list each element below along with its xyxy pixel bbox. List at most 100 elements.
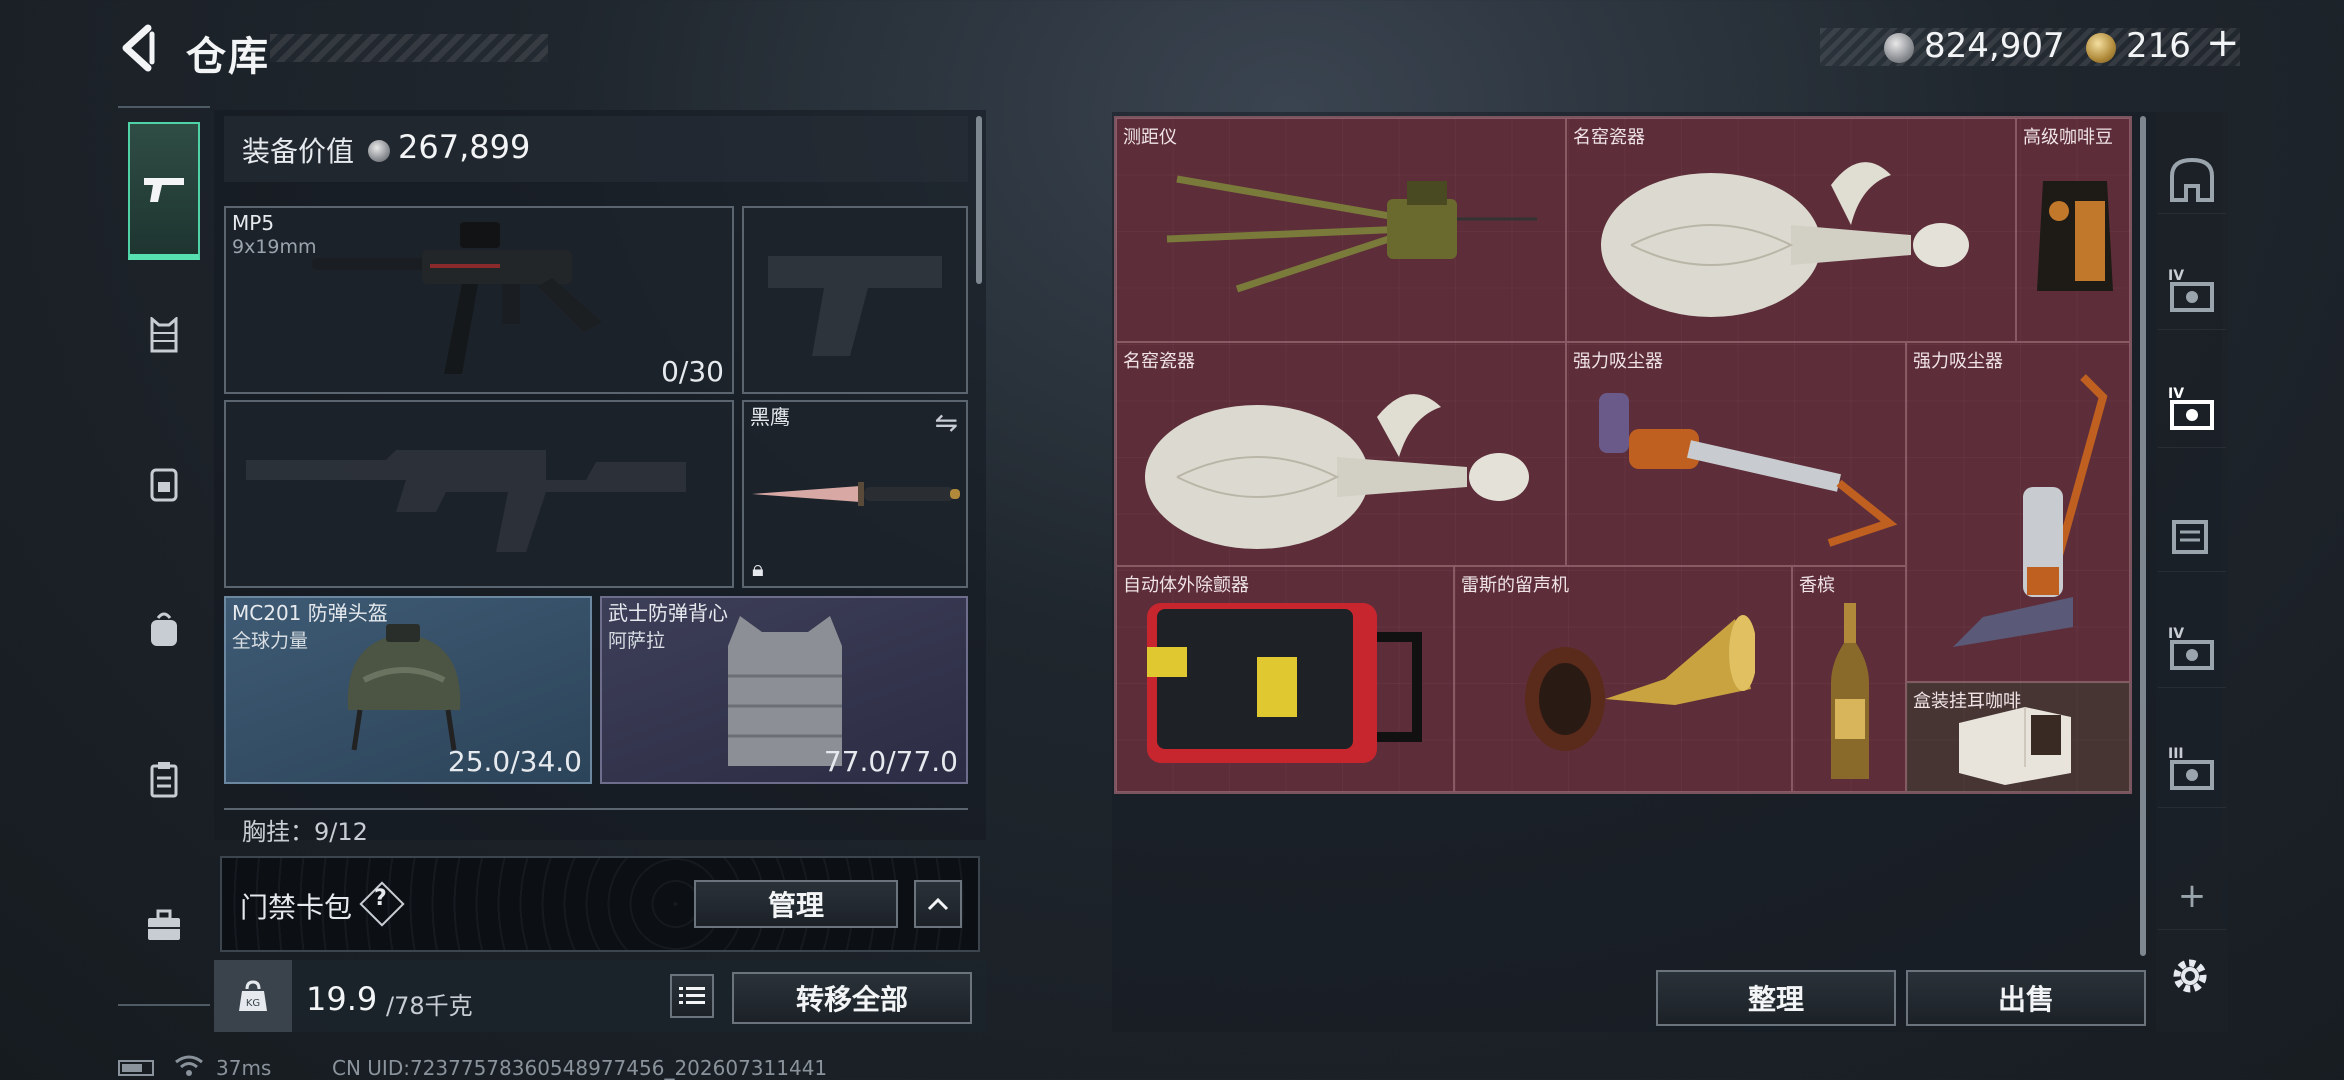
helmet-slot[interactable]: MC201 防弹头盔 全球力量 25.0/34.0 [224, 596, 592, 784]
page-title: 仓库 [186, 34, 270, 80]
melee-name: 黑鹰 [750, 405, 790, 429]
sidearm-slot[interactable] [742, 206, 968, 394]
silver-amount: 824,907 [1924, 26, 2065, 66]
manage-button[interactable]: 管理 [694, 880, 898, 928]
silver-coin-icon [368, 140, 390, 162]
transfer-all-button[interactable]: 转移全部 [732, 972, 972, 1024]
category-armor-tab[interactable] [128, 300, 200, 372]
weight-current: 19.9 [306, 980, 378, 1018]
category-clipboard-tab[interactable] [128, 744, 200, 816]
melee-slot[interactable]: 黑鹰 ⇋ 🔒︎ [742, 400, 968, 588]
secondary-weapon-slot[interactable] [224, 400, 734, 588]
vest-name: 武士防弹背心 [608, 601, 728, 625]
title-decoration [270, 34, 548, 62]
weapon-name: MP5 [232, 211, 275, 235]
rangefinder-image [1166, 175, 1537, 293]
storage-item[interactable]: 高级咖啡豆 [2016, 118, 2130, 342]
rifle-silhouette-icon [246, 450, 686, 552]
vest-slot[interactable]: 武士防弹背心 阿萨拉 77.0/77.0 [600, 596, 968, 784]
storage-item[interactable]: 名窑瓷器 [1116, 342, 1566, 566]
sort-button[interactable]: 整理 [1656, 970, 1896, 1026]
gold-amount: 216 [2126, 26, 2191, 66]
container-tab-5[interactable]: III [2158, 740, 2226, 808]
safe-box-icon [2170, 157, 2214, 202]
vacuum-image [1599, 393, 1898, 547]
storage-item[interactable]: 香槟 [1792, 566, 1906, 792]
vest-durability: 77.0/77.0 [823, 745, 958, 778]
wifi-icon [174, 1054, 204, 1080]
weight-icon: KG [214, 960, 292, 1032]
coffee-box-image [1959, 707, 2071, 785]
swap-icon[interactable]: ⇋ [935, 406, 958, 439]
silver-coin-icon [1884, 33, 1914, 63]
kettlebell-icon: KG [239, 980, 267, 1011]
item-name: 测距仪 [1123, 127, 1177, 148]
gramophone-image [1525, 615, 1755, 751]
vacuum-tall-image [1953, 374, 2108, 647]
lock-icon: 🔒︎ [752, 557, 764, 582]
vest-brand: 阿萨拉 [608, 630, 666, 652]
add-gold-button[interactable]: + [2206, 20, 2240, 66]
add-container-button[interactable]: + [2158, 862, 2226, 930]
settings-button[interactable] [2162, 948, 2218, 1004]
storage-scrollbar[interactable] [2140, 116, 2146, 956]
category-chest-rig-tab[interactable] [128, 448, 200, 520]
collapse-button[interactable] [914, 880, 962, 928]
category-weapons-tab[interactable] [128, 122, 200, 260]
vase-image [1601, 162, 1969, 317]
container-tab-2[interactable]: IV [2158, 380, 2226, 448]
knife-image [752, 482, 960, 506]
sell-button[interactable]: 出售 [1906, 970, 2146, 1026]
gear-icon [2173, 959, 2207, 993]
armor-vest-icon [150, 317, 178, 353]
svg-text:KG: KG [246, 998, 260, 1009]
equipment-value: 267,899 [398, 128, 531, 166]
item-name: 名窑瓷器 [1123, 351, 1195, 372]
container-tab-safebox[interactable] [2158, 146, 2226, 214]
vase-image [1145, 394, 1529, 549]
primary-weapon-slot[interactable]: MP5 9x19mm 0/30 [224, 206, 734, 394]
pistol-silhouette-icon [768, 256, 942, 356]
help-icon[interactable]: ? [374, 886, 387, 911]
pistol-icon [144, 178, 184, 202]
storage-item[interactable]: 盒装挂耳咖啡 [1906, 682, 2130, 792]
equipment-scrollbar[interactable] [976, 116, 982, 284]
ping-value: 37ms [216, 1056, 272, 1080]
container-tab-3[interactable] [2158, 504, 2226, 572]
helmet-durability: 25.0/34.0 [447, 745, 582, 778]
storage-item[interactable]: 自动体外除颤器 [1116, 566, 1454, 792]
category-case-tab[interactable] [128, 890, 200, 962]
card-bag-label: 门禁卡包 [240, 891, 353, 924]
briefcase-icon [148, 909, 180, 940]
mp5-image [312, 222, 602, 374]
champagne-image [1831, 603, 1869, 779]
backpack-icon [151, 612, 177, 646]
item-name: 高级咖啡豆 [2023, 127, 2113, 148]
clipboard-icon [150, 762, 178, 798]
battery-icon [118, 1060, 154, 1076]
container-icon [2172, 519, 2208, 554]
storage-item[interactable]: 雷斯的留声机 [1454, 566, 1792, 792]
item-name: 自动体外除颤器 [1123, 575, 1249, 596]
container-tab-1[interactable]: IV [2158, 262, 2226, 330]
list-icon [679, 987, 705, 1004]
equipment-value-label: 装备价值 [242, 135, 355, 168]
category-backpack-tab[interactable] [128, 594, 200, 666]
storage-item[interactable]: 测距仪 [1116, 118, 1566, 342]
storage-item[interactable]: 强力吸尘器 [1566, 342, 1906, 566]
storage-item[interactable]: 强力吸尘器 [1906, 342, 2130, 682]
coffee-bag-image [2037, 181, 2113, 291]
ammo-count: 0/30 [661, 355, 724, 388]
back-arrow-icon [122, 24, 155, 72]
weapon-caliber: 9x19mm [232, 236, 317, 258]
helmet-brand: 全球力量 [232, 630, 309, 652]
gold-coin-icon [2086, 33, 2116, 63]
container-tab-4[interactable]: IV [2158, 620, 2226, 688]
item-name: 香槟 [1799, 575, 1835, 596]
list-view-button[interactable] [670, 974, 714, 1018]
storage-item[interactable]: 名窑瓷器 [1566, 118, 2016, 342]
chest-rig-icon [150, 468, 178, 502]
item-name: 雷斯的留声机 [1461, 575, 1569, 596]
aed-image [1147, 603, 1422, 763]
back-button[interactable] [118, 24, 162, 72]
